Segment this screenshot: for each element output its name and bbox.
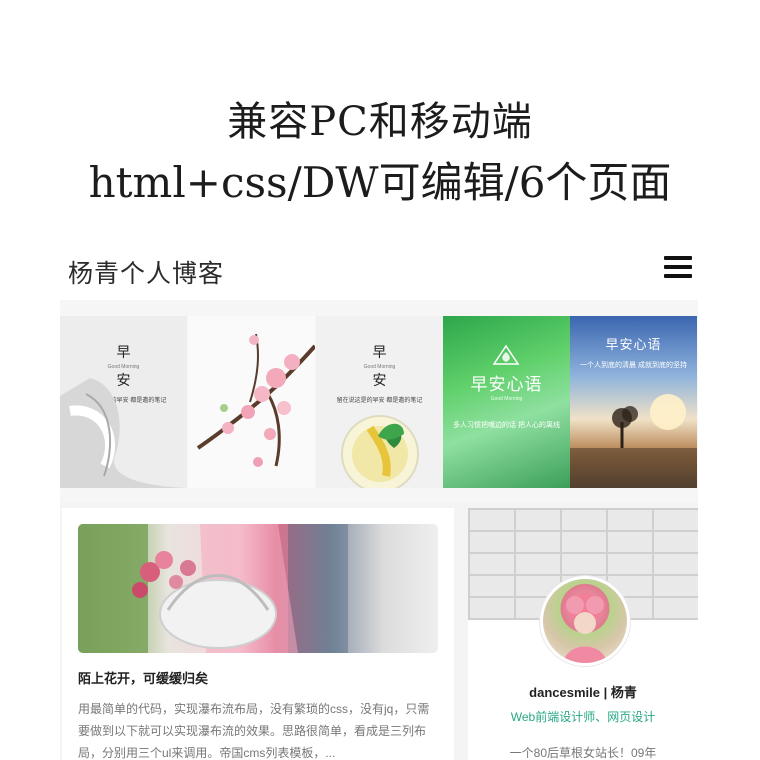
menu-bar	[664, 265, 692, 269]
avatar[interactable]	[540, 576, 630, 666]
profile-card: dancesmile | 杨青 Web前端设计师、网页设计 一个80后草根女站长…	[468, 508, 698, 760]
site-header: 杨青个人博客	[60, 246, 696, 296]
banner-tile-2[interactable]	[188, 316, 315, 488]
menu-bar	[664, 274, 692, 278]
banner-tile-1[interactable]: 早 Good Morning 安 留在说这是的早安 都是邀的笔记	[60, 316, 187, 488]
post-card[interactable]: 陌上花开，可缓缓归矣 用最简单的代码，实现瀑布流布局，没有繁琐的css，没有jq…	[62, 508, 454, 760]
tile-text: 多人习惯把嘴边的话 把人心的离线	[453, 422, 560, 429]
banner-tile-4[interactable]: 早安心语 Good Morning 多人习惯把嘴边的话 把人心的离线	[443, 316, 570, 488]
promo-line-1: 兼容PC和移动端	[227, 99, 533, 145]
profile-name: dancesmile | 杨青	[529, 685, 637, 700]
promo-line-2: html+css/DW可编辑/6个页面	[88, 158, 672, 207]
flower-basket-image	[78, 524, 348, 653]
profile-role: Web前端设计师、网页设计	[510, 710, 656, 724]
blossom-branch-image	[196, 333, 315, 467]
tile-tiny-text: Good Morning	[490, 396, 523, 402]
avatar-image	[563, 593, 607, 663]
sunset-tree-image	[570, 394, 697, 488]
leaf-emblem-icon	[492, 344, 520, 365]
banner-tile-3[interactable]: 早 Good Morning 安 留在说这是的早安 都是邀的笔记	[316, 316, 443, 488]
post-excerpt: 用最简单的代码，实现瀑布流布局，没有繁琐的css，没有jq，只需要做到以下就可以…	[78, 702, 430, 760]
page: 兼容PC和移动端 html+css/DW可编辑/6个页面 杨青个人博客 早 Go…	[0, 0, 760, 760]
building-image	[60, 378, 187, 488]
tile-title: 早安心语	[470, 375, 543, 395]
menu-bar	[664, 256, 692, 260]
hamburger-menu-icon[interactable]	[664, 256, 692, 280]
promo-title: 兼容PC和移动端 html+css/DW可编辑/6个页面	[0, 92, 760, 214]
profile-description: 一个80后草根女站长！09年	[509, 746, 657, 760]
drink-glass-image	[341, 415, 419, 488]
banner-carousel[interactable]: 早 Good Morning 安 留在说这是的早安 都是邀的笔记 早 Good …	[60, 300, 698, 502]
post-image[interactable]	[78, 524, 438, 653]
site-logo[interactable]: 杨青个人博客	[68, 254, 224, 290]
post-title[interactable]: 陌上花开，可缓缓归矣	[78, 668, 208, 687]
banner-tile-5[interactable]: 早安心语 一个人到底的清晨 成就到底的坚持	[570, 316, 697, 488]
